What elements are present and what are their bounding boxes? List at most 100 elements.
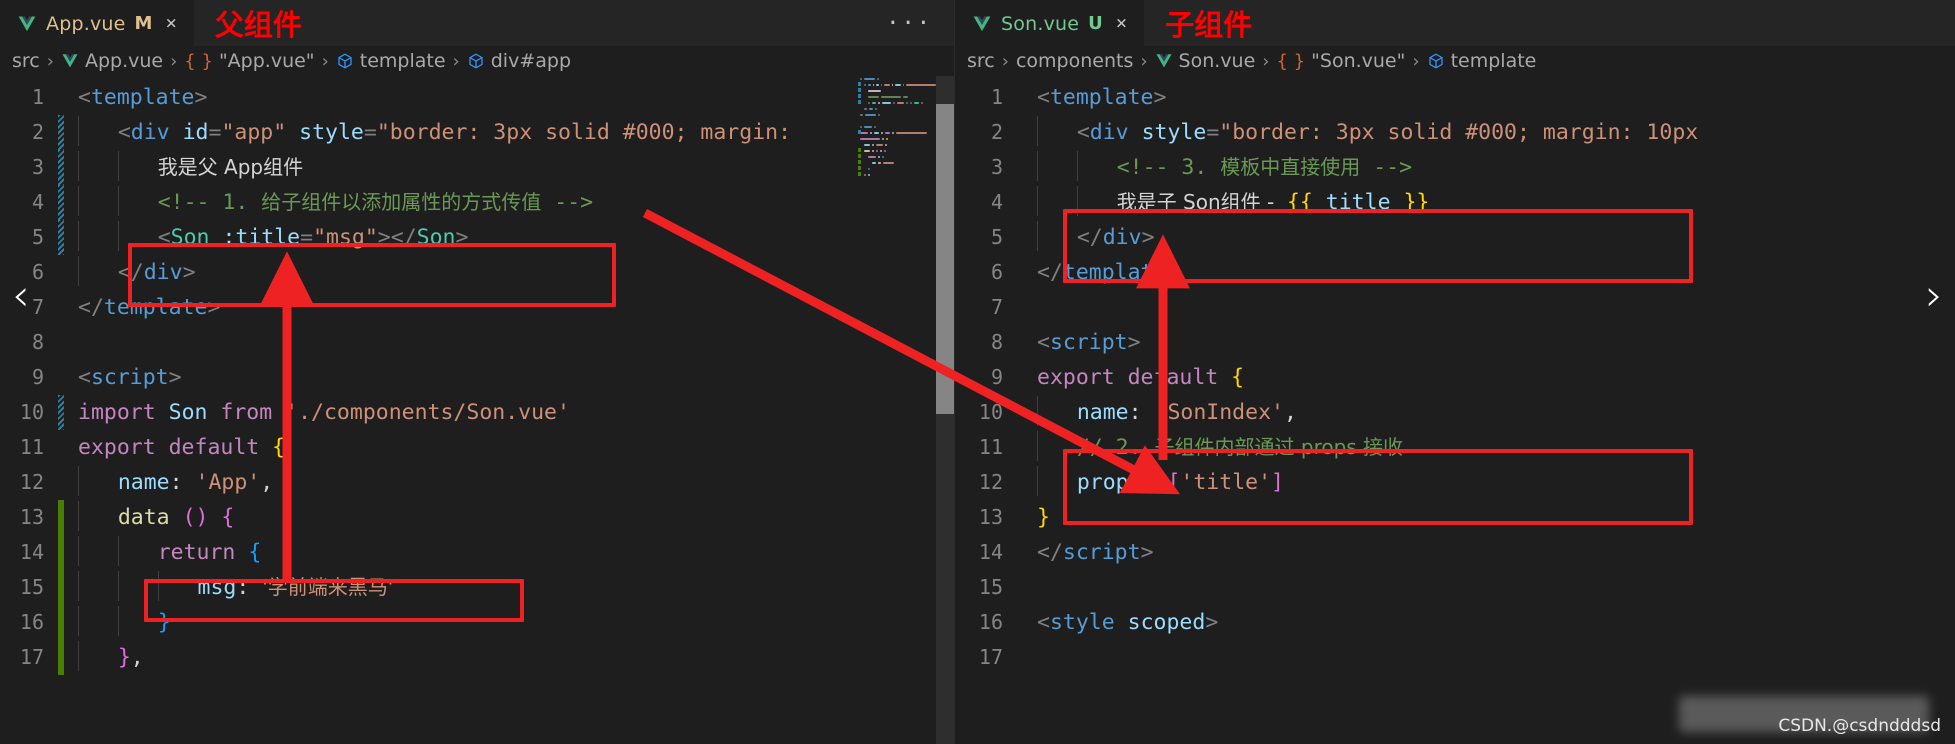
- code-line[interactable]: 17: [955, 640, 1955, 675]
- code-line[interactable]: 10 import Son from './components/Son.vue': [0, 395, 954, 430]
- gutter-change-marker: [1017, 290, 1023, 325]
- code-token: <: [78, 85, 91, 110]
- code-token: :: [1141, 470, 1168, 495]
- code-token: 子组件内部通过 props 接收: [1154, 435, 1404, 459]
- code-line[interactable]: 9 <script>: [0, 360, 954, 395]
- code-token: </: [1076, 225, 1103, 250]
- line-number: 15: [19, 575, 44, 599]
- code-line[interactable]: 16 }: [0, 605, 954, 640]
- code-line[interactable]: 1 <template>: [955, 80, 1955, 115]
- breadcrumb-item-2[interactable]: { } "App.vue": [184, 50, 314, 72]
- chevron-right-icon: ›: [46, 50, 54, 72]
- code-line[interactable]: 1 <template>: [0, 80, 954, 115]
- previous-editor-chevron[interactable]: ‹: [12, 274, 30, 318]
- code-token: }}: [1403, 190, 1430, 215]
- more-actions-icon[interactable]: ···: [886, 0, 954, 46]
- code-line[interactable]: 12 props: ['title']: [955, 465, 1955, 500]
- breadcrumb-item-4[interactable]: template: [1427, 50, 1536, 72]
- code-line[interactable]: 3 <!-- 3. 模板中直接使用 -->: [955, 150, 1955, 185]
- code-line[interactable]: 6 </template>: [955, 255, 1955, 290]
- gutter-change-marker: [58, 325, 64, 360]
- line-number: 15: [978, 575, 1003, 599]
- breadcrumb-item-0[interactable]: src: [967, 50, 995, 72]
- indent-guide: [78, 501, 79, 531]
- code-line[interactable]: 10 name: 'SonIndex',: [955, 395, 1955, 430]
- code-line[interactable]: 14 return {: [0, 535, 954, 570]
- code-token: 模板中直接使用: [1220, 155, 1361, 179]
- code-line[interactable]: 2 <div style="border: 3px solid #000; ma…: [955, 115, 1955, 150]
- code-text: }: [1037, 500, 1050, 535]
- line-number: 13: [19, 505, 44, 529]
- code-line[interactable]: 13}: [955, 500, 1955, 535]
- code-line[interactable]: 16 <style scoped>: [955, 605, 1955, 640]
- cube-icon: [1427, 52, 1445, 70]
- code-line[interactable]: 13 data () {: [0, 500, 954, 535]
- line-number: 9: [990, 365, 1003, 389]
- gutter-change-marker: [1017, 360, 1023, 395]
- indent-guide: [1037, 221, 1038, 251]
- breadcrumb-item-4[interactable]: div#app: [467, 50, 571, 72]
- breadcrumb-item-1[interactable]: components: [1016, 50, 1133, 72]
- line-number: 10: [978, 400, 1003, 424]
- scrollbar-left[interactable]: [936, 76, 954, 744]
- git-status-badge: U: [1088, 13, 1103, 34]
- line-number: 13: [978, 505, 1003, 529]
- code-line[interactable]: 2 <div id="app" style="border: 3px solid…: [0, 115, 954, 150]
- breadcrumb-item-1[interactable]: App.vue: [61, 50, 163, 72]
- code-line[interactable]: 11 // 2. 子组件内部通过 props 接收: [955, 430, 1955, 465]
- code-line[interactable]: 15: [955, 570, 1955, 605]
- code-line[interactable]: 5 <Son :title="msg"></Son>: [0, 220, 954, 255]
- watermark: CSDN.@csdndddsd: [1645, 690, 1945, 738]
- code-token: "msg": [313, 225, 378, 250]
- code-line[interactable]: 5 </div>: [955, 220, 1955, 255]
- code-line[interactable]: 7 </template>: [0, 290, 954, 325]
- indent-guide: [78, 641, 79, 671]
- breadcrumb-item-0[interactable]: src: [12, 50, 40, 72]
- line-number: 7: [990, 295, 1003, 319]
- tab-app-vue[interactable]: App.vue M ×: [0, 0, 195, 46]
- gutter-change-marker: [58, 465, 64, 500]
- code-token: >: [182, 260, 196, 285]
- code-line[interactable]: 7: [955, 290, 1955, 325]
- code-token: >: [1166, 260, 1180, 285]
- code-line[interactable]: 4 我是子 Son组件 - {{ title }}: [955, 185, 1955, 220]
- code-line[interactable]: 15 msg: '学前端来黑马': [0, 570, 954, 605]
- code-token: -->: [541, 190, 594, 215]
- next-editor-chevron[interactable]: ›: [1925, 274, 1943, 318]
- code-line[interactable]: 11 export default {: [0, 430, 954, 465]
- indent-guide: [78, 151, 79, 181]
- code-area-left[interactable]: 1 <template> 2 <div id="app" style="border…: [0, 76, 954, 744]
- chevron-right-icon: ›: [1412, 50, 1420, 72]
- tab-son-vue[interactable]: Son.vue U ×: [955, 0, 1146, 46]
- code-area-right[interactable]: 1 <template> 2 <div style="border: 3px sol…: [955, 76, 1955, 744]
- breadcrumb-item-3[interactable]: { } "Son.vue": [1277, 50, 1406, 72]
- breadcrumb-item-3[interactable]: template: [336, 50, 446, 72]
- cube-icon: [336, 52, 354, 70]
- code-line[interactable]: 6 </div>: [0, 255, 954, 290]
- code-line[interactable]: 3 我是父 App组件: [0, 150, 954, 185]
- breadcrumb-item-2[interactable]: Son.vue: [1155, 50, 1255, 72]
- code-line[interactable]: 8 <script>: [955, 325, 1955, 360]
- gutter-change-marker: [58, 115, 64, 150]
- code-line[interactable]: 9 export default {: [955, 360, 1955, 395]
- code-line[interactable]: 4 <!-- 1. 给子组件以添加属性的方式传值 -->: [0, 185, 954, 220]
- gutter-change-marker: [58, 220, 64, 255]
- code-line[interactable]: 12 name: 'App',: [0, 465, 954, 500]
- chevron-right-icon: ›: [452, 50, 460, 72]
- code-line[interactable]: 8: [0, 325, 954, 360]
- code-token: {: [221, 505, 235, 530]
- code-text: return {: [78, 535, 261, 570]
- breadcrumb-right: src › components › Son.vue › { } "Son.vu…: [955, 46, 1955, 76]
- code-line[interactable]: 14 </script>: [955, 535, 1955, 570]
- close-icon[interactable]: ×: [161, 14, 180, 33]
- scrollbar-thumb[interactable]: [936, 104, 954, 414]
- close-icon[interactable]: ×: [1112, 14, 1131, 33]
- code-text: }: [78, 605, 171, 640]
- code-line[interactable]: 17 },: [0, 640, 954, 675]
- cube-icon: [467, 52, 485, 70]
- code-text: 我是父 App组件: [78, 150, 303, 185]
